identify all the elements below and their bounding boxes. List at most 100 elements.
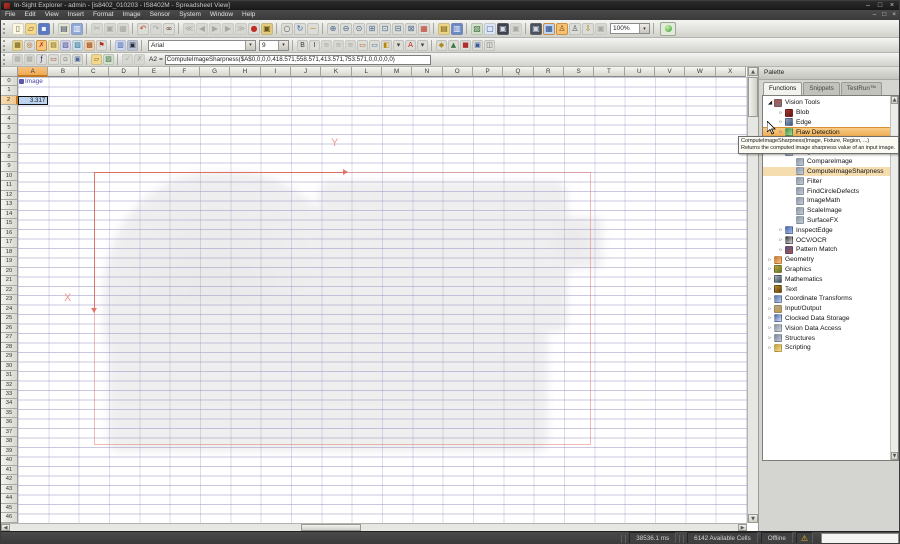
- column-header-K[interactable]: K: [321, 67, 351, 77]
- spreadsheet-view-icon[interactable]: ▦: [543, 23, 555, 35]
- row-header-19[interactable]: 19: [1, 257, 18, 266]
- row-header-39[interactable]: 39: [1, 447, 18, 456]
- collapsed-arrow-icon[interactable]: ▹: [777, 110, 785, 116]
- scroll-down-icon[interactable]: ▼: [748, 514, 758, 523]
- column-header-M[interactable]: M: [382, 67, 412, 77]
- row-header-22[interactable]: 22: [1, 286, 18, 295]
- next-image-icon[interactable]: ▶: [222, 23, 234, 35]
- align-center-button[interactable]: ≡: [333, 40, 344, 51]
- font-size-combo[interactable]: 9 ▾: [259, 40, 289, 51]
- online-toggle-button[interactable]: [660, 22, 676, 36]
- chart-icon[interactable]: ▲: [448, 40, 459, 51]
- row-header-41[interactable]: 41: [1, 466, 18, 475]
- logon-icon[interactable]: ♙: [556, 23, 568, 35]
- named-reference-icon[interactable]: ▥: [115, 40, 126, 51]
- row-header-8[interactable]: 8: [1, 153, 18, 162]
- zoom-region-icon[interactable]: ⊡: [379, 23, 391, 35]
- italic-button[interactable]: I: [309, 40, 320, 51]
- row-header-3[interactable]: 3: [1, 105, 18, 114]
- row-header-27[interactable]: 27: [1, 333, 18, 342]
- cell-state-icon[interactable]: ◎: [24, 40, 35, 51]
- align-right-button[interactable]: ≡: [345, 40, 356, 51]
- save-image-icon[interactable]: ⇩: [582, 23, 594, 35]
- menu-file[interactable]: File: [5, 10, 15, 20]
- acquire-image-icon[interactable]: ▣: [261, 23, 273, 35]
- row-header-6[interactable]: 6: [1, 134, 18, 143]
- collapsed-arrow-icon[interactable]: ▹: [777, 247, 785, 253]
- row-header-18[interactable]: 18: [1, 248, 18, 257]
- row-header-1[interactable]: 1: [1, 86, 18, 95]
- select-all-corner[interactable]: [1, 67, 18, 77]
- tree-item-scripting[interactable]: ▹Scripting: [763, 343, 898, 353]
- new-job-icon[interactable]: ▯: [12, 23, 24, 35]
- scroll-up-icon[interactable]: ▲: [891, 96, 898, 104]
- row-header-36[interactable]: 36: [1, 418, 18, 427]
- row-header-30[interactable]: 30: [1, 362, 18, 371]
- image-ref-icon[interactable]: ▣: [72, 54, 83, 65]
- row-header-13[interactable]: 13: [1, 200, 18, 209]
- row-header-46[interactable]: 46: [1, 513, 18, 522]
- palette-tab-testrun-[interactable]: TestRun™: [841, 82, 882, 95]
- expanded-arrow-icon[interactable]: ◢: [766, 100, 774, 106]
- column-header-U[interactable]: U: [625, 67, 655, 77]
- row-header-37[interactable]: 37: [1, 428, 18, 437]
- collapsed-arrow-icon[interactable]: ▹: [777, 119, 785, 125]
- column-header-R[interactable]: R: [534, 67, 564, 77]
- row-header-40[interactable]: 40: [1, 456, 18, 465]
- cell-grid[interactable]: Y X Image 3.317: [18, 77, 747, 523]
- format-cells-icon[interactable]: ▭: [369, 40, 380, 51]
- record-icon[interactable]: ●: [248, 23, 260, 35]
- tree-item-blob[interactable]: ▹Blob: [763, 108, 898, 118]
- menu-view[interactable]: View: [45, 10, 59, 20]
- flag-icon[interactable]: ⚑: [96, 40, 107, 51]
- zoom-level-combo[interactable]: 100% ▾: [610, 23, 650, 34]
- tree-item-mathematics[interactable]: ▹Mathematics: [763, 274, 898, 284]
- row-header-14[interactable]: 14: [1, 210, 18, 219]
- tree-item-imagemath[interactable]: ImageMath: [763, 196, 898, 206]
- cell-a0-image-label[interactable]: Image: [19, 77, 43, 86]
- vertical-scroll-thumb[interactable]: [748, 77, 758, 117]
- menu-help[interactable]: Help: [242, 10, 255, 20]
- horizontal-scroll-thumb[interactable]: [301, 524, 361, 531]
- filmstrip-icon[interactable]: ▤: [438, 23, 450, 35]
- tree-item-computeimagesharpness[interactable]: ComputeImageSharpness: [763, 167, 898, 177]
- collapsed-arrow-icon[interactable]: ▹: [766, 296, 774, 302]
- row-header-35[interactable]: 35: [1, 409, 18, 418]
- insert-function-icon[interactable]: ƒ: [36, 54, 47, 65]
- collapsed-arrow-icon[interactable]: ▹: [777, 129, 785, 135]
- row-header-0[interactable]: 0: [1, 77, 18, 86]
- column-header-W[interactable]: W: [685, 67, 715, 77]
- zoom-image-icon[interactable]: ⊠: [405, 23, 417, 35]
- row-header-42[interactable]: 42: [1, 475, 18, 484]
- scroll-up-icon[interactable]: ▲: [748, 67, 758, 76]
- data-display-icon[interactable]: ◆: [436, 40, 447, 51]
- formula-input[interactable]: [165, 55, 431, 65]
- font-color-dropdown[interactable]: ▾: [417, 40, 428, 51]
- row-header-23[interactable]: 23: [1, 295, 18, 304]
- dropdown-arrow-icon[interactable]: ▾: [639, 24, 649, 33]
- print-icon[interactable]: ▤: [58, 23, 70, 35]
- live-video-icon[interactable]: ▧: [471, 23, 483, 35]
- column-header-X[interactable]: X: [716, 67, 746, 77]
- prev-image-icon[interactable]: ◀: [196, 23, 208, 35]
- select-region-icon[interactable]: ▫: [60, 54, 71, 65]
- palette-tab-functions[interactable]: Functions: [763, 82, 802, 95]
- io-tool-icon[interactable]: ◫: [484, 40, 495, 51]
- print-preview-icon[interactable]: ▥: [71, 23, 83, 35]
- toolbar-grip[interactable]: [3, 54, 8, 65]
- column-header-L[interactable]: L: [352, 67, 382, 77]
- image-playback-icon[interactable]: ▥: [451, 23, 463, 35]
- delete-cells-icon[interactable]: ✗: [36, 40, 47, 51]
- import-cells-icon[interactable]: ▧: [60, 40, 71, 51]
- image-display-icon[interactable]: ▣: [127, 40, 138, 51]
- menu-system[interactable]: System: [179, 10, 201, 20]
- collapsed-arrow-icon[interactable]: ▹: [766, 315, 774, 321]
- row-header-21[interactable]: 21: [1, 276, 18, 285]
- refresh-image-icon[interactable]: ↻: [294, 23, 306, 35]
- row-header-45[interactable]: 45: [1, 504, 18, 513]
- open-file-icon[interactable]: ▱: [91, 54, 102, 65]
- zoom-out-icon[interactable]: ⊖: [340, 23, 352, 35]
- minimize-button[interactable]: –: [863, 1, 873, 10]
- close-button[interactable]: ×: [887, 1, 897, 10]
- pixel-grid-icon[interactable]: ▦: [418, 23, 430, 35]
